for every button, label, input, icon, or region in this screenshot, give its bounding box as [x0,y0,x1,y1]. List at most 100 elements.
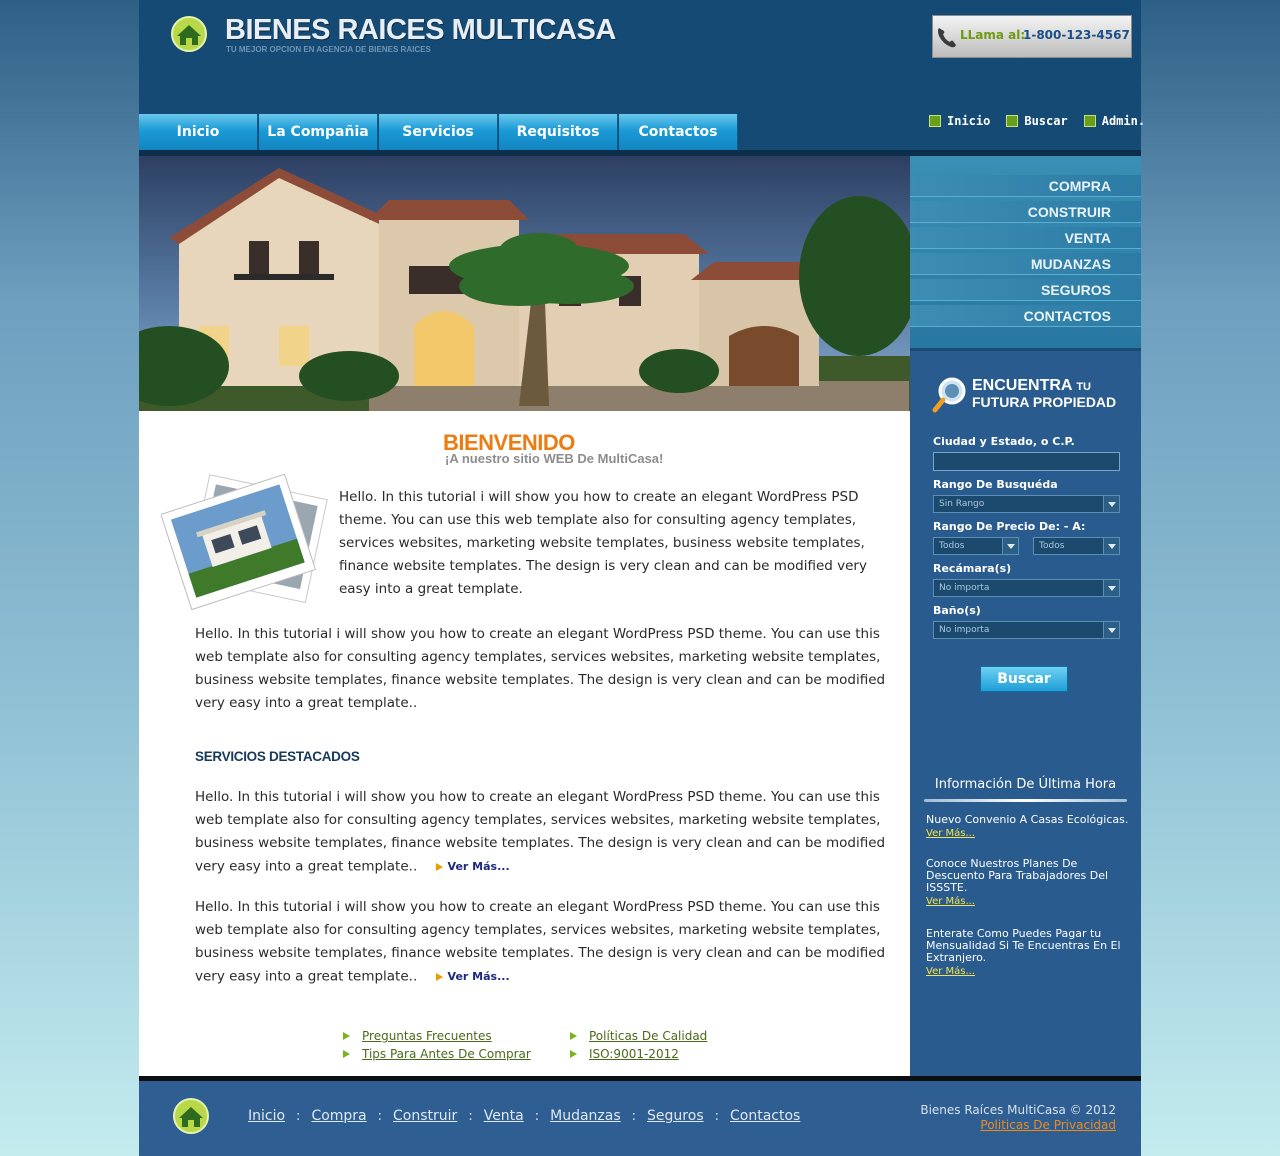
nav-contactos[interactable]: Contactos [619,114,738,150]
bathrooms-select[interactable]: No importa [933,621,1120,639]
intro-paragraph: Hello. In this tutorial i will show you … [339,489,867,597]
footer-separator: : [377,1108,383,1124]
bullet-square-icon [929,115,941,127]
side-item-compra[interactable]: COMPRA [910,175,1141,197]
search-title-word: ENCUENTRA [972,377,1072,394]
phone-number[interactable]: 1-800-123-4567 [1023,28,1130,42]
footer-link-venta[interactable]: Venta [484,1108,524,1124]
news-item-more-link[interactable]: Ver Más... [926,828,975,839]
footer-link-seguros[interactable]: Seguros [647,1108,704,1124]
side-item-contactos[interactable]: CONTACTOS [910,305,1141,327]
footer-separator: : [714,1108,720,1124]
footer-separator: : [468,1108,473,1124]
link-label: Tips Para Antes De Comprar [362,1047,531,1061]
link-tips-comprar[interactable]: Tips Para Antes De Comprar [343,1047,531,1061]
city-input[interactable] [933,452,1120,471]
copyright-text: Bienes Raíces MultiCasa © 2012 [920,1103,1116,1117]
bullet-square-icon [1083,115,1096,127]
nav-servicios[interactable]: Servicios [379,114,498,150]
ver-mas-link[interactable]: Ver Más... [435,965,510,988]
news-title: Información De Última Hora [934,777,1117,792]
ver-mas-link[interactable]: Ver Más... [435,855,510,878]
side-item-mudanzas[interactable]: MUDANZAS [910,253,1141,275]
nav-requisitos[interactable]: Requisitos [499,114,618,150]
side-item-seguros[interactable]: SEGUROS [910,279,1141,301]
welcome-subtitle: ¡A nuestro sitio WEB De MultiCasa! [445,451,664,466]
house-logo-icon[interactable] [171,1096,211,1136]
link-label: Preguntas Frecuentes [362,1029,492,1043]
arrow-right-icon [435,972,443,981]
quick-link-label: Inicio [947,114,991,128]
service-paragraph: Hello. In this tutorial i will show you … [195,896,895,989]
footer-link-construir[interactable]: Construir [393,1108,457,1124]
side-item-venta[interactable]: VENTA [910,227,1141,249]
footer-link-compra[interactable]: Compra [311,1108,366,1124]
footer-link-contactos[interactable]: Contactos [730,1108,800,1124]
news-item-more-link[interactable]: Ver Más... [926,966,975,977]
service-text: Hello. In this tutorial i will show you … [195,899,886,985]
price-from-select[interactable]: Todos [933,537,1019,555]
bathrooms-label: Baño(s) [933,604,981,617]
arrow-right-icon [435,862,443,871]
search-title-line1: ENCUENTRA TU [972,377,1091,395]
arrow-right-icon [570,1050,577,1058]
bathrooms-select-value: No importa [939,625,990,635]
chevron-down-icon [1103,496,1119,512]
city-label: Ciudad y Estado, o C.P. [933,435,1075,448]
news-item-more-link[interactable]: Ver Más... [926,896,975,907]
magnifier-icon [932,377,966,413]
phone-icon [938,28,956,48]
link-label: Políticas De Calidad [589,1029,708,1043]
service-paragraph: Hello. In this tutorial i will show you … [195,786,895,879]
bullet-square-icon [1006,115,1019,127]
news-item-text: Nuevo Convenio A Casas Ecológicas. [926,813,1129,826]
nav-la-compania[interactable]: La Compañia [259,114,378,150]
chevron-down-icon [1103,580,1119,596]
service-text: Hello. In this tutorial i will show you … [195,789,886,875]
footer-separator: : [534,1108,540,1124]
link-iso[interactable]: ISO:9001-2012 [570,1047,679,1061]
arrow-right-icon [343,1032,350,1040]
link-label: ISO:9001-2012 [589,1047,679,1061]
phone-label: LLama al: [960,28,1026,42]
range-label: Rango De Busquéda [933,478,1058,491]
main-nav: Inicio La Compañia Servicios Requisitos … [139,114,739,150]
phone-banner: LLama al: 1-800-123-4567 [932,15,1132,58]
house-logo-icon[interactable] [169,14,209,54]
link-preguntas-frecuentes[interactable]: Preguntas Frecuentes [343,1029,492,1043]
bedrooms-select[interactable]: No importa [933,579,1120,597]
news-item-text: Conoce Nuestros Planes De Descuento Para… [926,857,1109,894]
quick-link-label: Buscar [1024,114,1068,128]
photo-stack-image [161,473,328,611]
property-search-panel: ENCUENTRA TU FUTURA PROPIEDAD Ciudad y E… [910,348,1141,1076]
ver-mas-label: Ver Más... [447,860,510,873]
brand-tagline: TU MEJOR OPCION EN AGENCIA DE BIENES RAI… [226,45,431,54]
footer-separator: : [296,1108,301,1124]
search-button[interactable]: Buscar [980,666,1068,692]
quick-link-buscar[interactable]: Buscar [1006,114,1068,128]
site-footer: Inicio : Compra : Construir : Venta : Mu… [139,1081,1141,1156]
side-item-construir[interactable]: CONSTRUIR [910,201,1141,223]
quick-link-admin[interactable]: Admin. [1083,114,1145,128]
chevron-down-icon [1103,622,1119,638]
footer-link-mudanzas[interactable]: Mudanzas [550,1108,621,1124]
ver-mas-label: Ver Más... [447,970,510,983]
arrow-right-icon [343,1050,350,1058]
footer-nav: Inicio : Compra : Construir : Venta : Mu… [248,1108,800,1124]
price-to-select[interactable]: Todos [1033,537,1120,555]
bedrooms-label: Recámara(s) [933,562,1012,575]
footer-link-inicio[interactable]: Inicio [248,1108,285,1124]
range-select-value: Sin Rango [939,499,985,509]
range-select[interactable]: Sin Rango [933,495,1120,513]
price-to-value: Todos [1039,541,1065,551]
body-paragraph: Hello. In this tutorial i will show you … [195,626,886,711]
quick-link-inicio[interactable]: Inicio [929,114,990,128]
quick-links: Inicio Buscar Admin. [929,114,1161,128]
arrow-right-icon [570,1032,577,1040]
search-title-line2: FUTURA PROPIEDAD [972,394,1117,410]
link-politicas-calidad[interactable]: Políticas De Calidad [570,1029,707,1043]
news-divider [924,799,1127,802]
site-header: BIENES RAICES MULTICASA TU MEJOR OPCION … [139,0,1145,150]
nav-inicio[interactable]: Inicio [139,114,258,150]
privacy-policy-link[interactable]: Politicas De Privacidad [980,1118,1116,1132]
